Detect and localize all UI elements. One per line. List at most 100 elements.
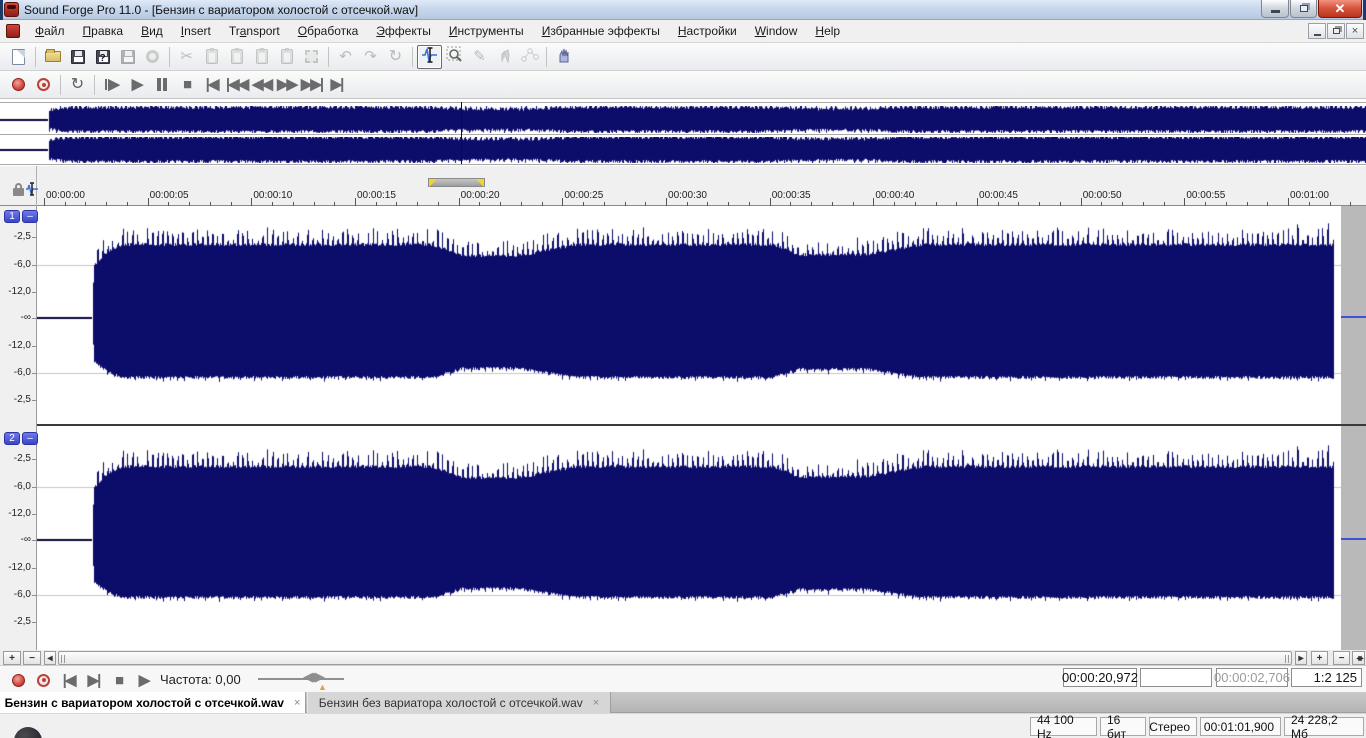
copy-icon — [205, 48, 218, 64]
restore-icon — [1299, 5, 1308, 12]
channel-divider[interactable] — [0, 424, 1366, 426]
mdi-minimize-button[interactable] — [1308, 23, 1326, 39]
mdi-close-button[interactable]: × — [1346, 23, 1364, 39]
menu-инструменты[interactable]: Инструменты — [440, 21, 533, 41]
burn-cd-button[interactable] — [140, 45, 165, 69]
channel1-waveform[interactable] — [37, 210, 1341, 425]
zoom-in-button[interactable]: + — [1311, 651, 1328, 665]
magnify-tool-button[interactable] — [442, 45, 467, 69]
undo-button[interactable]: ↶ — [333, 45, 358, 69]
waveform-workspace: 1 – 2 – -2,5 -6,0 -12,0 -∞ -12,0 -6,0 -2,5 -2,5… — [0, 206, 1366, 650]
go-to-end-button[interactable]: ▶| — [81, 668, 106, 692]
menu-файл[interactable]: Файл — [26, 21, 74, 41]
scroll-right-arrow[interactable]: ▸ — [1295, 651, 1307, 665]
edit-tool-button[interactable] — [417, 44, 442, 69]
selection-length-readout[interactable]: 00:00:02,706 — [1214, 668, 1290, 687]
rewind-all-button[interactable]: |◀◀ — [224, 73, 249, 97]
pause-button[interactable] — [149, 73, 174, 97]
pencil-tool-button[interactable]: ✎ — [467, 45, 492, 69]
open-folder-button[interactable] — [40, 45, 65, 69]
overview-panel[interactable] — [0, 99, 1366, 166]
play-all-button[interactable]: ▶ — [99, 73, 124, 97]
event-tool-button[interactable] — [492, 45, 517, 69]
zoom-out-time-button[interactable]: − — [23, 651, 41, 665]
save-as-button[interactable]: ? — [90, 45, 115, 69]
menu-правка[interactable]: Правка — [74, 21, 133, 41]
menu-window[interactable]: Window — [746, 21, 807, 41]
save-all-button[interactable] — [115, 45, 140, 69]
copy-button[interactable] — [199, 45, 224, 69]
selection-start-readout[interactable] — [1140, 668, 1212, 687]
record-remote-button[interactable] — [31, 73, 56, 97]
zoom-ratio-readout[interactable]: 1:2 125 — [1291, 668, 1362, 687]
close-button[interactable]: ✕ — [1318, 0, 1362, 18]
channel1-minimize-button[interactable]: – — [22, 210, 38, 223]
go-to-end-button[interactable]: ▶| — [324, 73, 349, 97]
horizontal-scrollbar-thumb[interactable] — [58, 651, 1292, 665]
paste-special-button[interactable] — [249, 45, 274, 69]
stop-button[interactable]: ■ — [174, 73, 199, 97]
menu-эффекты[interactable]: Эффекты — [367, 21, 440, 41]
loop-region-bar[interactable] — [428, 178, 485, 187]
loop-region-end-handle[interactable] — [476, 179, 484, 187]
db-scale-label: -12,0 — [8, 508, 31, 519]
zoom-out-button[interactable]: − — [1333, 651, 1350, 665]
menu-настройки[interactable]: Настройки — [669, 21, 746, 41]
tab-close-icon[interactable]: × — [294, 697, 300, 709]
frequency-slider-track[interactable] — [258, 678, 344, 680]
cut-button[interactable]: ✂ — [174, 45, 199, 69]
ruler-time-label: 00:00:45 — [979, 190, 1018, 201]
redo-button[interactable]: ↷ — [358, 45, 383, 69]
paste-button[interactable] — [224, 45, 249, 69]
menu-help[interactable]: Help — [806, 21, 849, 41]
go-to-start-button[interactable]: |◀ — [199, 73, 224, 97]
scroll-left-arrow[interactable]: ◂ — [44, 651, 56, 665]
record-remote-button[interactable] — [31, 668, 56, 692]
restore-button[interactable] — [1290, 0, 1317, 18]
document-tab-1[interactable]: Бензин с вариатором холостой с отсечкой.… — [0, 692, 306, 713]
save-button[interactable] — [65, 45, 90, 69]
menu-избранные-эффекты[interactable]: Избранные эффекты — [533, 21, 669, 41]
channel2-button[interactable]: 2 — [4, 432, 20, 445]
overview-waveform-left[interactable] — [0, 106, 1366, 133]
overview-playback-cursor[interactable] — [461, 102, 462, 164]
loop-region-start-handle[interactable] — [429, 179, 437, 187]
loop-playback-button[interactable]: ↻ — [65, 73, 90, 97]
overview-waveform-right[interactable] — [0, 137, 1366, 163]
channel2-minimize-button[interactable]: – — [22, 432, 38, 445]
play-button[interactable]: ▶ — [124, 73, 149, 97]
new-file-button[interactable] — [6, 45, 31, 69]
channel2-waveform[interactable] — [37, 428, 1341, 648]
minimize-button[interactable] — [1261, 0, 1289, 18]
forward-button[interactable]: ▶▶ — [274, 73, 299, 97]
whats-this-help-button[interactable] — [551, 45, 576, 69]
time-ruler[interactable]: 00:00:00 00:00:05 00:00:10 00:00:15 00:00:20… — [37, 166, 1366, 206]
rewind-button[interactable]: ◀◀ — [249, 73, 274, 97]
menu-вид[interactable]: Вид — [132, 21, 172, 41]
ruler-time-label: 00:00:20 — [460, 190, 500, 201]
go-to-start-button[interactable]: |◀ — [56, 668, 81, 692]
menu-transport[interactable]: Transport — [220, 21, 289, 41]
cursor-position-readout[interactable]: 00:00:20,972 — [1062, 668, 1138, 687]
forward-all-button[interactable]: ▶▶| — [299, 73, 324, 97]
trim-crop-button[interactable] — [299, 45, 324, 69]
zoom-selection-button[interactable]: ◂▸ — [1352, 651, 1365, 665]
menu-insert[interactable]: Insert — [172, 21, 220, 41]
stop-button[interactable]: ■ — [106, 668, 131, 692]
play-normal-button[interactable]: ▶ — [131, 668, 156, 692]
document-tab-2[interactable]: Бензин без вариатора холостой с отсечкой… — [307, 692, 611, 713]
envelope-tool-button[interactable] — [517, 45, 542, 69]
play-normal-icon: ▶ — [138, 671, 150, 689]
mdi-restore-button[interactable] — [1327, 23, 1345, 39]
paste-to-new-button[interactable] — [274, 45, 299, 69]
repeat-button[interactable]: ↻ — [383, 45, 408, 69]
tab-close-icon[interactable]: × — [593, 697, 599, 709]
db-scale-label: -6,0 — [13, 367, 31, 378]
record-button[interactable] — [6, 73, 31, 97]
menu-обработка[interactable]: Обработка — [289, 21, 368, 41]
record-button[interactable] — [6, 668, 31, 692]
channel1-button[interactable]: 1 — [4, 210, 20, 223]
zoom-in-time-button[interactable]: + — [3, 651, 21, 665]
document-icon — [6, 24, 20, 38]
save-icon — [70, 49, 85, 64]
